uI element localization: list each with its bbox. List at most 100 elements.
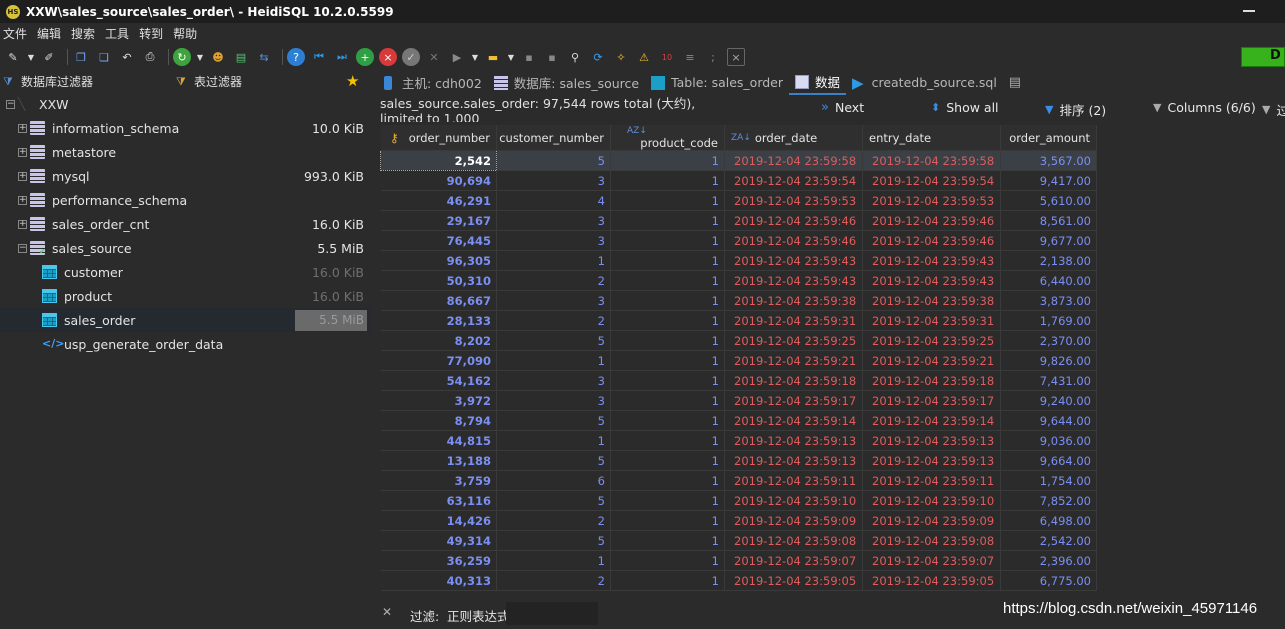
undo-icon[interactable]: ↶ [118,48,136,66]
cell-order-number[interactable]: 44,815 [380,430,497,451]
cell-product-code[interactable]: 1 [610,270,725,291]
cell-customer-number[interactable]: 5 [496,330,611,351]
cell-product-code[interactable]: 1 [610,230,725,251]
expand-icon[interactable]: + [18,195,27,205]
cell-product-code[interactable]: 1 [610,550,725,571]
maintenance-icon[interactable]: ⇆ [255,48,273,66]
table-row[interactable]: 3,759 6 1 2019-12-04 23:59:11 2019-12-04 23:… [380,470,1097,491]
save-snippet-icon[interactable]: ▪ [543,48,561,66]
cell-order-amount[interactable]: 9,036.00 [1000,430,1097,451]
copy-icon[interactable]: ❐ [72,48,90,66]
cell-customer-number[interactable]: 2 [496,270,611,291]
cell-order-amount[interactable]: 9,826.00 [1000,350,1097,371]
cell-order-date[interactable]: 2019-12-04 23:59:31 [724,310,863,331]
db-filter-tab[interactable]: ⧩ 数据库过滤器 [3,73,93,90]
cell-order-date[interactable]: 2019-12-04 23:59:25 [724,330,863,351]
cell-order-amount[interactable]: 3,567.00 [1000,150,1097,171]
cell-order-number[interactable]: 54,162 [380,370,497,391]
cell-order-amount[interactable]: 5,610.00 [1000,190,1097,211]
menu-edit[interactable]: 编辑 [37,25,61,42]
cell-customer-number[interactable]: 1 [496,350,611,371]
cell-order-number[interactable]: 14,426 [380,510,497,531]
cell-entry-date[interactable]: 2019-12-04 23:59:54 [862,170,1001,191]
table-row[interactable]: 86,667 3 1 2019-12-04 23:59:38 2019-12-04 23… [380,290,1097,311]
column-header[interactable]: customer_number [496,125,611,151]
table-row[interactable]: 63,116 5 1 2019-12-04 23:59:10 2019-12-04 23… [380,490,1097,511]
cell-order-date[interactable]: 2019-12-04 23:59:08 [724,530,863,551]
cell-entry-date[interactable]: 2019-12-04 23:59:43 [862,250,1001,271]
tab-data[interactable]: 数据 [789,70,847,95]
dropdown-arrow-icon[interactable]: ▼ [27,48,35,66]
open-folder-icon[interactable]: ▬ [484,48,502,66]
cell-product-code[interactable]: 1 [610,190,725,211]
cell-order-date[interactable]: 2019-12-04 23:59:53 [724,190,863,211]
cell-entry-date[interactable]: 2019-12-04 23:59:58 [862,150,1001,171]
paste-icon[interactable]: ❏ [95,48,113,66]
replace-icon[interactable]: ⟳ [589,48,607,66]
collapse-icon[interactable]: − [6,99,15,109]
tree-node-table[interactable]: customer 16.0 KiB [0,260,370,284]
cell-order-date[interactable]: 2019-12-04 23:59:14 [724,410,863,431]
tree-node-server[interactable]: − ╲ XXW [0,92,370,116]
user-manager-icon[interactable]: ☻ [209,48,227,66]
cell-entry-date[interactable]: 2019-12-04 23:59:13 [862,450,1001,471]
collapse-icon[interactable]: − [18,243,27,253]
menu-goto[interactable]: 转到 [139,25,163,42]
cell-order-date[interactable]: 2019-12-04 23:59:54 [724,170,863,191]
cell-order-date[interactable]: 2019-12-04 23:59:11 [724,470,863,491]
cell-order-number[interactable]: 2,542 [380,150,497,171]
cell-customer-number[interactable]: 1 [496,550,611,571]
delete-row-icon[interactable]: × [379,48,397,66]
cell-order-number[interactable]: 76,445 [380,230,497,251]
cell-entry-date[interactable]: 2019-12-04 23:59:21 [862,350,1001,371]
cell-order-date[interactable]: 2019-12-04 23:59:10 [724,490,863,511]
cell-order-date[interactable]: 2019-12-04 23:59:38 [724,290,863,311]
table-row[interactable]: 49,314 5 1 2019-12-04 23:59:08 2019-12-04 23… [380,530,1097,551]
sort-button[interactable]: ▼ 排序 (2) [1045,100,1106,119]
wrap-icon[interactable]: ≡ [681,48,699,66]
cell-entry-date[interactable]: 2019-12-04 23:59:13 [862,430,1001,451]
filter-button[interactable]: ▼ 过 [1262,100,1285,119]
cell-order-amount[interactable]: 9,644.00 [1000,410,1097,431]
cell-product-code[interactable]: 1 [610,570,725,591]
cell-product-code[interactable]: 1 [610,450,725,471]
filter-input[interactable] [506,602,598,625]
cell-entry-date[interactable]: 2019-12-04 23:59:53 [862,190,1001,211]
cell-product-code[interactable]: 1 [610,210,725,231]
cell-order-date[interactable]: 2019-12-04 23:59:05 [724,570,863,591]
cell-entry-date[interactable]: 2019-12-04 23:59:25 [862,330,1001,351]
cell-order-amount[interactable]: 7,431.00 [1000,370,1097,391]
expand-icon[interactable]: + [18,171,27,181]
table-row[interactable]: 46,291 4 1 2019-12-04 23:59:53 2019-12-04 23… [380,190,1097,211]
insert-row-icon[interactable]: + [356,48,374,66]
table-row[interactable]: 13,188 5 1 2019-12-04 23:59:13 2019-12-04 23… [380,450,1097,471]
save-icon[interactable]: ▪ [520,48,538,66]
table-filter-tab[interactable]: ⧩ 表过滤器 [176,73,242,90]
table-row[interactable]: 3,972 3 1 2019-12-04 23:59:17 2019-12-04 23:… [380,390,1097,411]
cell-customer-number[interactable]: 3 [496,290,611,311]
cell-order-amount[interactable]: 1,769.00 [1000,310,1097,331]
cell-order-date[interactable]: 2019-12-04 23:59:46 [724,230,863,251]
connect-icon[interactable]: ✎ [4,48,22,66]
cell-product-code[interactable]: 1 [610,350,725,371]
cell-order-amount[interactable]: 9,240.00 [1000,390,1097,411]
cell-order-number[interactable]: 29,167 [380,210,497,231]
new-query-tab[interactable]: ▤ [1003,70,1027,95]
run-query-icon[interactable]: ▶ [448,48,466,66]
cell-product-code[interactable]: 1 [610,170,725,191]
table-row[interactable]: 29,167 3 1 2019-12-04 23:59:46 2019-12-04 23… [380,210,1097,231]
tree-node-db-open[interactable]: − ✔ sales_source 5.5 MiB [0,236,370,260]
cell-product-code[interactable]: 1 [610,150,725,171]
column-header[interactable]: ZA↓ order_date [724,125,863,151]
columns-button[interactable]: ▼ Columns (6/6) [1153,100,1256,115]
table-row[interactable]: 8,202 5 1 2019-12-04 23:59:25 2019-12-04 23:… [380,330,1097,351]
cell-customer-number[interactable]: 3 [496,170,611,191]
tree-node-db[interactable]: + mysql 993.0 KiB [0,164,370,188]
cell-product-code[interactable]: 1 [610,530,725,551]
table-row[interactable]: 90,694 3 1 2019-12-04 23:59:54 2019-12-04 23… [380,170,1097,191]
cell-entry-date[interactable]: 2019-12-04 23:59:07 [862,550,1001,571]
expand-icon[interactable]: + [18,147,27,157]
first-record-icon[interactable]: ⏮ [310,48,328,66]
post-row-icon[interactable]: ✓ [402,48,420,66]
cell-entry-date[interactable]: 2019-12-04 23:59:10 [862,490,1001,511]
